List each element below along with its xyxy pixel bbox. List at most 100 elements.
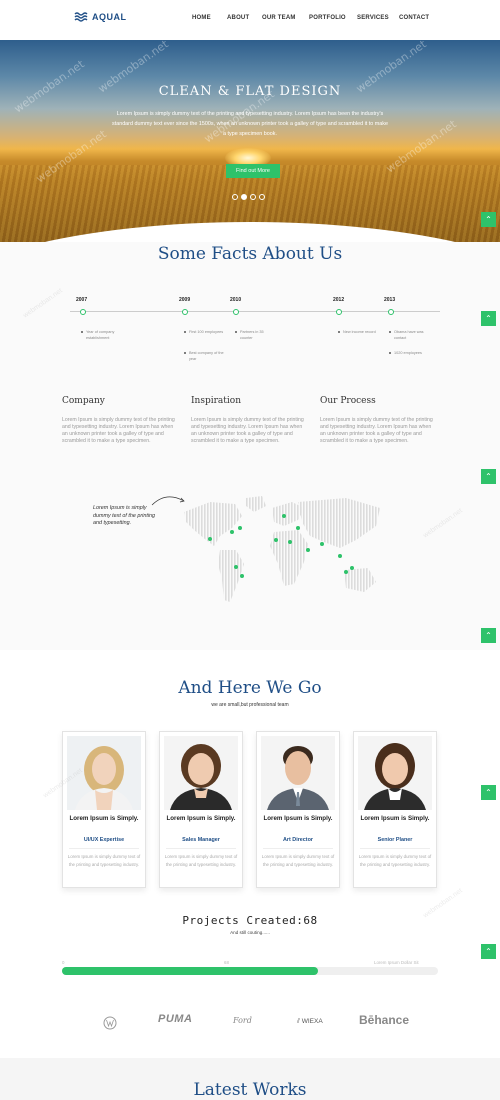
waves-icon	[74, 12, 88, 22]
slider-dot[interactable]	[259, 194, 265, 200]
chevron-up-icon: ⌃	[485, 631, 492, 640]
member-role: Senior Planer	[377, 837, 413, 843]
nav-about[interactable]: ABOUT	[227, 15, 249, 21]
progress-label-start: 0	[62, 960, 65, 965]
timeline-note: 1020 employees	[389, 350, 429, 356]
timeline-line	[70, 311, 440, 312]
find-out-more-button[interactable]: Find out More	[226, 164, 280, 178]
timeline-note: Obama have was contact	[389, 329, 429, 341]
nav-portfolio[interactable]: PORTFOLIO	[309, 15, 346, 21]
member-role: Sales Manager	[182, 837, 220, 843]
team-title: And Here We Go	[178, 678, 322, 698]
hero-banner	[0, 40, 500, 242]
member-name: Lorem Ipsum is Simply.	[360, 815, 430, 822]
timeline-note: Best company of the year	[184, 350, 224, 362]
timeline-note: Year of company establishment	[81, 329, 131, 341]
nav-our-team[interactable]: OUR TEAM	[262, 15, 296, 21]
member-role: Art Director	[283, 837, 313, 843]
divider	[360, 848, 430, 849]
team-card[interactable]: Lorem Ipsum is Simply. UI/UX Expertise L…	[62, 731, 146, 888]
vw-logo	[103, 1016, 117, 1035]
scroll-top-button[interactable]: ⌃	[481, 785, 496, 800]
slider-dot-active[interactable]	[241, 194, 247, 200]
timeline-year: 2012	[333, 297, 345, 303]
team-subtitle: we are small,but professional team	[211, 702, 289, 708]
timeline-year: 2009	[179, 297, 191, 303]
column-title: Inspiration	[191, 396, 241, 406]
scroll-top-button[interactable]: ⌃	[481, 212, 496, 227]
timeline-pin	[233, 309, 239, 315]
column-title: Our Process	[320, 396, 376, 406]
puma-logo: PUMA	[158, 1013, 193, 1025]
timeline-note: Partners in 35 counter	[235, 329, 273, 341]
column-title: Company	[62, 396, 105, 406]
column-text: Lorem Ipsum is simply dummy text of the …	[191, 417, 304, 444]
hero-text: Lorem Ipsum is simply dummy text of the …	[112, 111, 388, 137]
progress-bar	[62, 967, 438, 975]
wiexa-mark-icon: ⫽	[297, 1018, 300, 1025]
logo[interactable]: AQUAL	[74, 11, 127, 23]
timeline-year: 2013	[384, 297, 396, 303]
progress-label-mid: 68	[224, 960, 229, 965]
scroll-top-button[interactable]: ⌃	[481, 311, 496, 326]
timeline-pin	[182, 309, 188, 315]
chevron-up-icon: ⌃	[485, 472, 492, 481]
progress-label-end: Lorem Ipsum Dollar Sit	[374, 960, 419, 965]
team-card[interactable]: Lorem Ipsum is Simply. Art Director Lore…	[256, 731, 340, 888]
logo-text: AQUAL	[92, 12, 127, 22]
member-name: Lorem Ipsum is Simply.	[263, 815, 333, 822]
column-text: Lorem Ipsum is simply dummy text of the …	[320, 417, 433, 444]
progress-fill	[62, 967, 318, 975]
member-text: Lorem Ipsum is simply dummy text of the …	[164, 854, 238, 867]
map-note: Lorem Ipsum is simply dummy text of the …	[93, 505, 156, 526]
member-role: UI/UX Expertise	[83, 837, 125, 843]
slider-dots	[232, 194, 265, 200]
chevron-up-icon: ⌃	[485, 314, 492, 323]
divider	[69, 848, 139, 849]
scroll-top-button[interactable]: ⌃	[481, 469, 496, 484]
timeline-pin	[80, 309, 86, 315]
scroll-top-button[interactable]: ⌃	[481, 628, 496, 643]
member-text: Lorem Ipsum is simply dummy text of the …	[67, 854, 141, 867]
member-text: Lorem Ipsum is simply dummy text of the …	[261, 854, 335, 867]
facts-title: Some Facts About Us	[157, 244, 343, 264]
navbar: AQUAL HOME ABOUT OUR TEAM PORTFOLIO SERV…	[0, 0, 500, 40]
hero-title: CLEAN & FLAT DESIGN	[158, 84, 342, 99]
chevron-up-icon: ⌃	[485, 947, 492, 956]
team-card[interactable]: Lorem Ipsum is Simply. Sales Manager Lor…	[159, 731, 243, 888]
nav-services[interactable]: SERVICES	[357, 15, 389, 21]
team-photo	[261, 736, 335, 810]
divider	[166, 848, 236, 849]
timeline-note: First 100 employees	[184, 329, 224, 335]
latest-works-title: Latest Works	[193, 1080, 307, 1100]
projects-title: Projects Created:68	[182, 914, 318, 927]
team-card[interactable]: Lorem Ipsum is Simply. Senior Planer Lor…	[353, 731, 437, 888]
wiexa-logo: ⫽ WIEXA	[297, 1018, 323, 1026]
member-text: Lorem Ipsum is simply dummy text of the …	[358, 854, 432, 867]
chevron-up-icon: ⌃	[485, 788, 492, 797]
timeline-pin	[336, 309, 342, 315]
scroll-top-button[interactable]: ⌃	[481, 944, 496, 959]
behance-logo: Bēhance	[359, 1013, 410, 1027]
column-text: Lorem Ipsum is simply dummy text of the …	[62, 417, 175, 444]
nav-home[interactable]: HOME	[192, 15, 211, 21]
nav-contact[interactable]: CONTACT	[399, 15, 429, 21]
divider	[263, 848, 333, 849]
team-photo	[358, 736, 432, 810]
team-photo	[164, 736, 238, 810]
world-map	[184, 496, 380, 602]
timeline-year: 2007	[76, 297, 88, 303]
timeline-year: 2010	[230, 297, 242, 303]
wiexa-text: WIEXA	[301, 1018, 323, 1025]
vw-icon	[103, 1016, 117, 1030]
slider-dot[interactable]	[250, 194, 256, 200]
slider-dot[interactable]	[232, 194, 238, 200]
projects-subtitle: And still couting......	[230, 930, 270, 935]
chevron-up-icon: ⌃	[485, 215, 492, 224]
timeline-note: New income record	[338, 329, 376, 335]
member-name: Lorem Ipsum is Simply.	[69, 815, 139, 822]
ford-logo: Ford	[233, 1016, 252, 1025]
member-name: Lorem Ipsum is Simply.	[166, 815, 236, 822]
timeline-pin	[388, 309, 394, 315]
team-photo	[67, 736, 141, 810]
